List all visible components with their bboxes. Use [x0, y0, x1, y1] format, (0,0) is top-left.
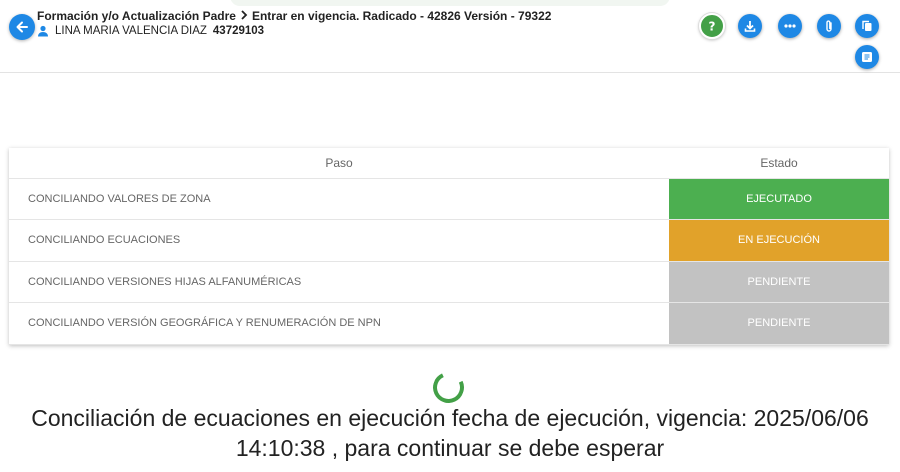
user-id: 43729103	[212, 25, 265, 37]
more-icon	[784, 24, 796, 28]
help-button[interactable]: ?	[699, 13, 725, 39]
svg-text:?: ?	[709, 20, 716, 34]
back-button[interactable]	[9, 14, 35, 40]
status-badge-executed: EJECUTADO	[669, 178, 889, 220]
step-label: CONCILIANDO VERSIONES HIJAS ALFANUMÉRICA…	[9, 261, 669, 303]
breadcrumb-parent[interactable]: Formación y/o Actualización Padre	[37, 9, 236, 23]
breadcrumb-current: Entrar en vigencia. Radicado - 42826 Ver…	[251, 9, 552, 23]
status-message: Conciliación de ecuaciones en ejecución …	[0, 403, 900, 463]
column-header-step: Paso	[9, 148, 669, 179]
notes-icon	[862, 52, 872, 62]
arrow-left-icon	[16, 21, 28, 33]
status-badge-pending: PENDIENTE	[669, 261, 889, 303]
download-icon	[744, 21, 756, 32]
background-watermark	[230, 0, 670, 6]
status-badge-running: EN EJECUCIÓN	[669, 219, 889, 262]
help-icon: ?	[709, 20, 716, 34]
attach-button[interactable]	[817, 14, 841, 38]
copy-icon	[862, 20, 872, 31]
person-icon	[38, 25, 48, 37]
status-message-line1: Conciliación de ecuaciones en ejecución …	[31, 405, 869, 431]
chevron-right-icon	[240, 9, 248, 23]
step-label: CONCILIANDO ECUACIONES	[9, 219, 669, 262]
user-name: LINA MARIA VALENCIA DIAZ	[55, 25, 207, 37]
status-badge-pending: PENDIENTE	[669, 302, 889, 345]
more-button[interactable]	[778, 14, 802, 38]
breadcrumb: Formación y/o Actualización Padre Entrar…	[37, 9, 551, 23]
column-header-status: Estado	[669, 148, 889, 179]
attach-icon	[826, 20, 832, 32]
status-message-line2: 14:10:38 , para continuar se debe espera…	[235, 435, 665, 461]
loading-spinner-icon	[428, 367, 469, 408]
table-row: CONCILIANDO VERSIONES HIJAS ALFANUMÉRICA…	[9, 261, 889, 303]
user-info: LINA MARIA VALENCIA DIAZ 43729103	[37, 25, 264, 37]
top-bar: Formación y/o Actualización Padre Entrar…	[0, 0, 900, 73]
notes-button[interactable]	[855, 45, 879, 69]
table-row: CONCILIANDO ECUACIONES EN EJECUCIÓN	[9, 219, 889, 262]
download-button[interactable]	[738, 14, 762, 38]
table-row: CONCILIANDO VERSIÓN GEOGRÁFICA Y RENUMER…	[9, 302, 889, 345]
copy-button[interactable]	[855, 14, 879, 38]
steps-table: Paso Estado CONCILIANDO VALORES DE ZONA …	[9, 148, 889, 345]
step-label: CONCILIANDO VERSIÓN GEOGRÁFICA Y RENUMER…	[9, 302, 669, 345]
step-label: CONCILIANDO VALORES DE ZONA	[9, 178, 669, 220]
table-header-row: Paso Estado	[9, 148, 889, 179]
table-row: CONCILIANDO VALORES DE ZONA EJECUTADO	[9, 178, 889, 220]
